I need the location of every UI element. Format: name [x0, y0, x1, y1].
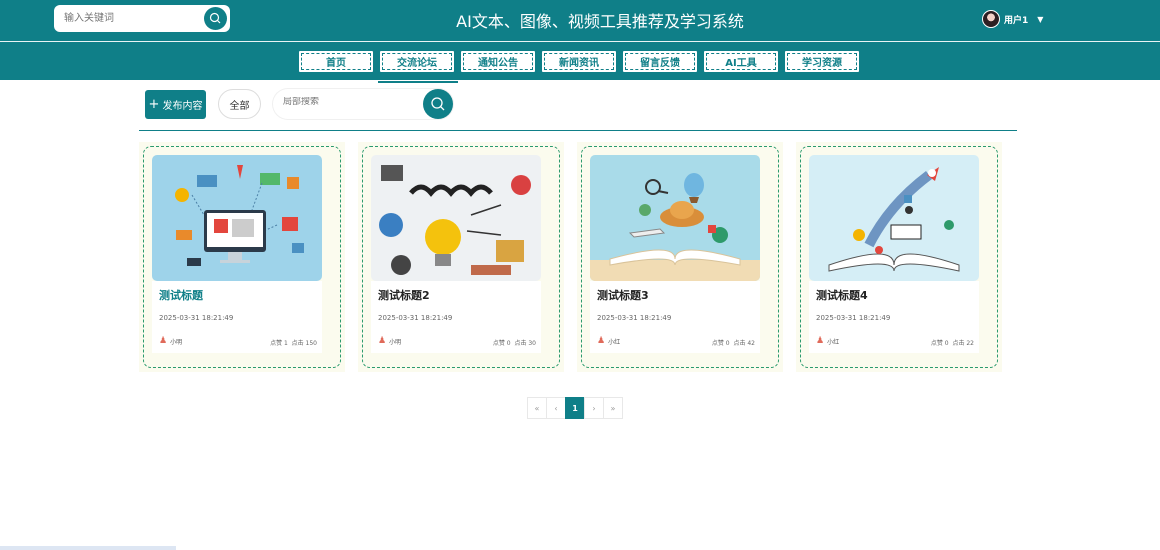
- post-card[interactable]: 测试标题2 2025-03-31 18:21:49 ♟ 小明 点赞 0 点击 3…: [358, 142, 564, 372]
- toolbar-divider: [139, 130, 1017, 131]
- post-author: ♟ 小红: [597, 336, 620, 346]
- plus-icon: +: [148, 97, 160, 112]
- like-count: 点赞 1: [270, 340, 288, 347]
- post-thumbnail[interactable]: [152, 155, 322, 281]
- user-icon: ♟: [159, 336, 168, 346]
- click-count: 点击 30: [514, 340, 536, 347]
- nav-feedback[interactable]: 留言反馈: [621, 49, 699, 74]
- nav-news[interactable]: 新闻资讯: [540, 49, 618, 74]
- top-search-button[interactable]: [204, 7, 227, 30]
- nav-ai-tools[interactable]: AI工具: [702, 49, 780, 74]
- click-count: 点击 42: [733, 340, 755, 347]
- post-title[interactable]: 测试标题2: [378, 287, 430, 303]
- user-icon: ♟: [378, 336, 387, 346]
- post-card[interactable]: 测试标题4 2025-03-31 18:21:49 ♟ 小红 点赞 0 点击 2…: [796, 142, 1002, 372]
- post-thumbnail[interactable]: [371, 155, 541, 281]
- post-time: 2025-03-31 18:21:49: [816, 314, 891, 322]
- prev-page-button[interactable]: ‹: [546, 397, 566, 419]
- like-count: 点赞 0: [492, 340, 511, 347]
- author-name: 小明: [389, 338, 402, 346]
- post-stats: 点赞 0 点击 30: [493, 338, 536, 347]
- post-info: 测试标题3 2025-03-31 18:21:49 ♟ 小红 点赞 0 点击 4…: [590, 281, 760, 353]
- post-time: 2025-03-31 18:21:49: [378, 314, 453, 322]
- user-menu[interactable]: 用户1 ▼: [982, 10, 1043, 28]
- post-stats: 点赞 1 点击 150: [270, 338, 317, 347]
- post-info: 测试标题4 2025-03-31 18:21:49 ♟ 小红 点赞 0 点击 2…: [809, 281, 979, 353]
- filter-all-button[interactable]: 全部: [218, 89, 261, 119]
- post-title[interactable]: 测试标题: [159, 287, 203, 303]
- search-icon: [431, 97, 445, 111]
- active-tab-underline: [378, 81, 458, 83]
- post-time: 2025-03-31 18:21:49: [159, 314, 234, 322]
- pagination: « ‹ 1 › »: [527, 397, 623, 419]
- like-count: 点赞 0: [930, 340, 949, 347]
- nav-resources[interactable]: 学习资源: [783, 49, 861, 74]
- local-search-box: [273, 89, 453, 119]
- post-author: ♟ 小明: [159, 336, 182, 346]
- publish-button[interactable]: + 发布内容: [145, 90, 206, 119]
- user-icon: ♟: [597, 336, 606, 346]
- first-page-button[interactable]: «: [527, 397, 547, 419]
- site-title: AI文本、图像、视频工具推荐及学习系统: [456, 12, 744, 31]
- page-number-current[interactable]: 1: [565, 397, 585, 419]
- main-nav: 首页 交流论坛 通知公告 新闻资讯 留言反馈 AI工具 学习资源: [297, 49, 864, 74]
- post-author: ♟ 小红: [816, 336, 839, 346]
- next-page-button[interactable]: ›: [584, 397, 604, 419]
- bottom-strip: [0, 546, 176, 550]
- header-divider: [0, 41, 1160, 42]
- post-info: 测试标题2 2025-03-31 18:21:49 ♟ 小明 点赞 0 点击 3…: [371, 281, 541, 353]
- caret-down-icon: ▼: [1037, 14, 1044, 24]
- post-info: 测试标题 2025-03-31 18:21:49 ♟ 小明 点赞 1 点击 15…: [152, 281, 322, 353]
- nav-home[interactable]: 首页: [297, 49, 375, 74]
- avatar: [982, 10, 1000, 28]
- search-icon: [209, 12, 221, 24]
- post-title[interactable]: 测试标题3: [597, 287, 649, 303]
- user-icon: ♟: [816, 336, 825, 346]
- nav-forum[interactable]: 交流论坛: [378, 49, 456, 74]
- publish-label: 发布内容: [162, 101, 203, 112]
- local-search-button[interactable]: [423, 89, 453, 119]
- user-name: 用户1: [1004, 15, 1029, 26]
- post-thumbnail[interactable]: [809, 155, 979, 281]
- post-author: ♟ 小明: [378, 336, 401, 346]
- post-stats: 点赞 0 点击 22: [931, 338, 974, 347]
- author-name: 小红: [608, 338, 621, 346]
- last-page-button[interactable]: »: [603, 397, 623, 419]
- author-name: 小明: [170, 338, 183, 346]
- post-time: 2025-03-31 18:21:49: [597, 314, 672, 322]
- post-card[interactable]: 测试标题3 2025-03-31 18:21:49 ♟ 小红 点赞 0 点击 4…: [577, 142, 783, 372]
- local-search-input[interactable]: [283, 97, 403, 107]
- author-name: 小红: [827, 338, 840, 346]
- top-search-input[interactable]: [64, 9, 194, 28]
- header: AI文本、图像、视频工具推荐及学习系统 用户1 ▼ 首页 交流论坛 通知公告 新…: [0, 0, 1160, 80]
- top-search-box: [54, 5, 230, 32]
- post-card[interactable]: 测试标题 2025-03-31 18:21:49 ♟ 小明 点赞 1 点击 15…: [139, 142, 345, 372]
- like-count: 点赞 0: [711, 340, 730, 347]
- nav-notice[interactable]: 通知公告: [459, 49, 537, 74]
- post-title[interactable]: 测试标题4: [816, 287, 868, 303]
- click-count: 点击 150: [291, 340, 317, 347]
- post-thumbnail[interactable]: [590, 155, 760, 281]
- post-stats: 点赞 0 点击 42: [712, 338, 755, 347]
- click-count: 点击 22: [952, 340, 974, 347]
